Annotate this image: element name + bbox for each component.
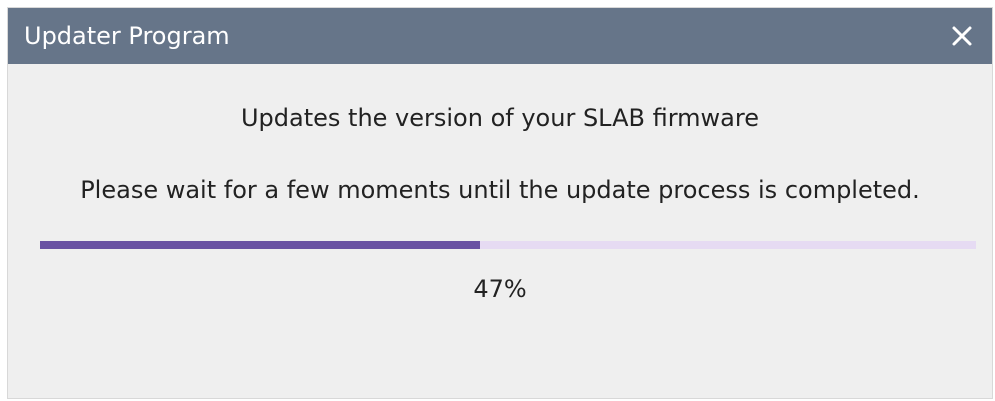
close-button[interactable] [948, 22, 976, 50]
title-bar: Updater Program [8, 8, 992, 64]
progress-bar [40, 241, 976, 249]
updater-dialog: Updater Program Updates the version of y… [7, 7, 993, 399]
progress-bar-fill [40, 241, 480, 249]
wait-message: Please wait for a few moments until the … [80, 176, 920, 204]
close-icon [952, 26, 972, 46]
window-title: Updater Program [24, 22, 230, 50]
progress-percent: 47% [473, 275, 527, 303]
update-headline: Updates the version of your SLAB firmwar… [240, 104, 759, 132]
